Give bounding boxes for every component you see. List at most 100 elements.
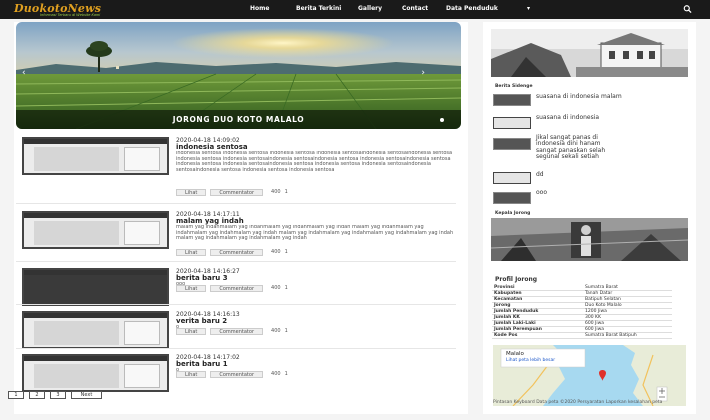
profile-heading: Profil Jorong: [495, 276, 538, 283]
comment-count: 1: [284, 285, 288, 291]
divider: [16, 304, 456, 305]
nav-gallery[interactable]: Gallery: [358, 5, 382, 12]
recent-posts-heading: Berita Sidenge: [495, 84, 533, 89]
post-actions: Lihat Commentator 400 1: [176, 371, 288, 378]
post-excerpt: malam yag indahmalam yag indahmalam yag …: [176, 225, 454, 242]
map-embed[interactable]: Malalo Lihat peta lebih besar: [493, 345, 686, 406]
slider-caption: JORONG DUO KOTO MALALO: [172, 115, 305, 124]
nav-home[interactable]: Home: [250, 5, 269, 12]
post-item: 2020-04-18 14:17:11 malam yag indah mala…: [16, 211, 456, 261]
profile-key: Kecamatan: [494, 297, 523, 302]
slider-dot[interactable]: [440, 118, 444, 122]
read-more-button[interactable]: Lihat: [176, 328, 207, 335]
slider-next-arrow[interactable]: ›: [421, 68, 425, 78]
profile-row: Kode Pos Sumatra Barat Batipuh: [492, 333, 672, 339]
recent-post-title[interactable]: Jikal sangat panas di indonesia dini han…: [536, 134, 611, 161]
post-actions: Lihat Commentator 400 1: [176, 249, 288, 256]
recent-post-thumbnail[interactable]: [493, 138, 531, 150]
slider-caption-bar: JORONG DUO KOTO MALALO: [16, 110, 461, 129]
page-1-button[interactable]: 1: [8, 391, 24, 399]
profile-value: 1200 Jiwa: [585, 309, 607, 314]
read-more-button[interactable]: Lihat: [176, 249, 207, 256]
view-count: 400: [271, 189, 281, 195]
post-item: 2020-04-18 14:16:13 verita baru 2 o Liha…: [16, 311, 456, 349]
post-actions: Lihat Commentator 400 1: [176, 189, 288, 196]
post-thumbnail[interactable]: [22, 268, 169, 306]
read-more-button[interactable]: Lihat: [176, 371, 207, 378]
recent-post-title[interactable]: ooo: [536, 189, 656, 196]
profile-value: 300 KK: [585, 315, 601, 320]
top-navbar: DuokotoNews Informasi Terbaru di Website…: [0, 0, 710, 19]
recent-post-title[interactable]: suasana di indonesia: [536, 114, 656, 121]
profile-key: Provinsi: [494, 285, 515, 290]
recent-post-thumbnail[interactable]: [493, 94, 531, 106]
post-actions: Lihat Commentator 400 1: [176, 328, 288, 335]
view-count: 400: [271, 328, 281, 334]
profile-value: 600 Jiwa: [585, 321, 605, 326]
post-excerpt: indonesia sentosa indonesia sentosa indo…: [176, 151, 453, 174]
view-count: 400: [271, 371, 281, 377]
profile-value: Sumatra Barat Batipuh: [585, 333, 637, 338]
recent-post-thumbnail[interactable]: [493, 192, 531, 204]
search-icon[interactable]: [683, 4, 692, 14]
post-thumbnail[interactable]: [22, 211, 169, 249]
post-item: 2020-04-18 14:16:27 berita baru 3 ooo Li…: [16, 268, 456, 306]
head-of-jorong-heading: Kepala Jorong: [495, 211, 531, 216]
recent-post-thumbnail[interactable]: [493, 172, 531, 184]
recent-post-title[interactable]: suasana di indonesia malam: [536, 93, 656, 100]
comment-count: 1: [284, 371, 288, 377]
comment-button[interactable]: Commentator: [210, 371, 264, 378]
profile-key: Kabupaten: [494, 291, 522, 296]
profile-value: Batipuh Selatan: [585, 297, 621, 302]
profile-key: Jumlah Laki-Laki: [494, 321, 536, 326]
comment-button[interactable]: Commentator: [210, 328, 264, 335]
divider: [16, 348, 456, 349]
map-footer: Pintasan Keyboard Data peta ©2020 Persya…: [493, 400, 663, 405]
comment-count: 1: [284, 249, 288, 255]
divider: [16, 203, 456, 204]
post-thumbnail[interactable]: [22, 137, 169, 175]
page-2-button[interactable]: 2: [29, 391, 45, 399]
site-tagline: Informasi Terbaru di Website Kami: [40, 13, 101, 17]
comment-button[interactable]: Commentator: [210, 189, 264, 196]
chevron-down-icon[interactable]: ▾: [527, 5, 530, 12]
view-count: 400: [271, 249, 281, 255]
post-title[interactable]: verita baru 2: [176, 317, 227, 325]
head-of-jorong-photo: [491, 218, 688, 261]
comment-button[interactable]: Commentator: [210, 285, 264, 292]
read-more-button[interactable]: Lihat: [176, 189, 207, 196]
post-actions: Lihat Commentator 400 1: [176, 285, 288, 292]
post-title[interactable]: indonesia sentosa: [176, 143, 248, 151]
read-more-button[interactable]: Lihat: [176, 285, 207, 292]
profile-key: Jorong: [494, 303, 511, 308]
post-title[interactable]: malam yag indah: [176, 217, 244, 225]
comment-button[interactable]: Commentator: [210, 249, 264, 256]
image-slider[interactable]: ‹ › JORONG DUO KOTO MALALO: [16, 22, 461, 129]
comment-count: 1: [284, 328, 288, 334]
nav-contact[interactable]: Contact: [402, 5, 428, 12]
post-item: 2020-04-18 14:17:02 berita baru 1 o Liha…: [16, 354, 456, 392]
profile-value: Duo Koto Malalo: [585, 303, 622, 308]
post-thumbnail[interactable]: [22, 311, 169, 349]
slider-prev-arrow[interactable]: ‹: [22, 68, 26, 78]
next-page-button[interactable]: Next: [71, 391, 102, 399]
divider: [16, 261, 456, 262]
post-title[interactable]: berita baru 1: [176, 360, 228, 368]
nav-berita-terkini[interactable]: Berita Terkini: [296, 5, 341, 12]
profile-key: Kode Pos: [494, 333, 518, 338]
comment-count: 1: [284, 189, 288, 195]
profile-key: Jumlah KK: [494, 315, 520, 320]
nav-data-penduduk[interactable]: Data Penduduk: [446, 5, 498, 12]
map-place-name: Malalo: [506, 351, 524, 357]
view-count: 400: [271, 285, 281, 291]
profile-value: Tanah Datar: [585, 291, 613, 296]
page-3-button[interactable]: 3: [50, 391, 66, 399]
post-title[interactable]: berita baru 3: [176, 274, 228, 282]
map-larger-link[interactable]: Lihat peta lebih besar: [506, 358, 555, 363]
post-thumbnail[interactable]: [22, 354, 169, 392]
profile-key: Jumlah Penduduk: [494, 309, 539, 314]
village-office-photo: [491, 29, 688, 77]
post-item: 2020-04-18 14:09:02 indonesia sentosa in…: [16, 137, 456, 197]
recent-post-title[interactable]: dd: [536, 171, 656, 178]
recent-post-thumbnail[interactable]: [493, 117, 531, 129]
